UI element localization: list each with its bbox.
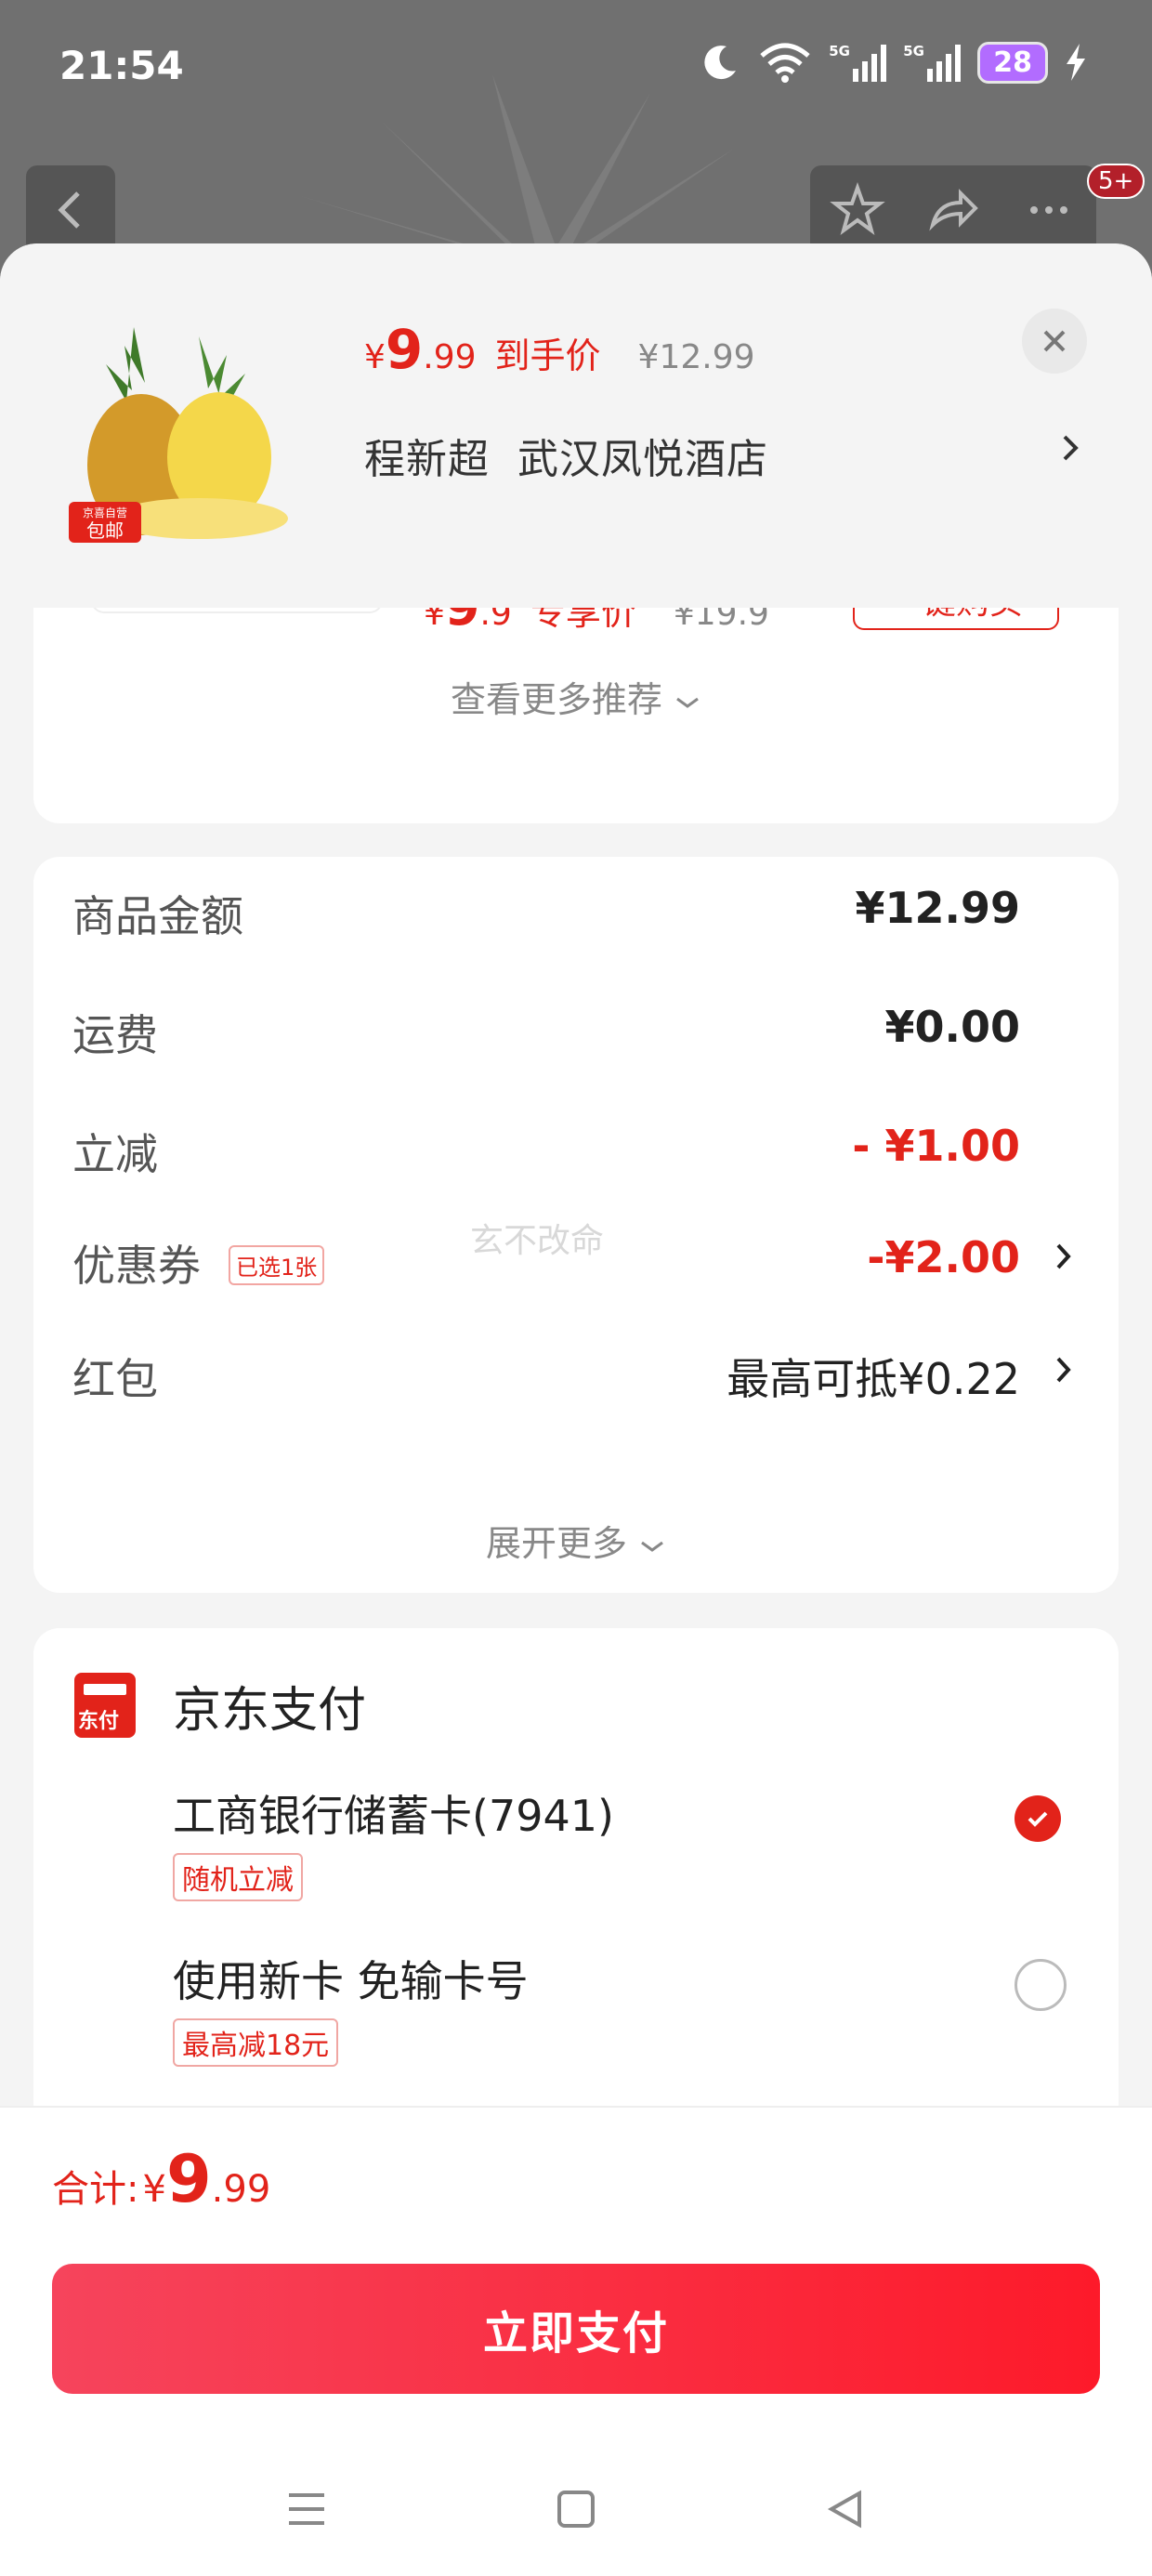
chevron-right-icon	[1056, 1243, 1071, 1269]
payment-option-tag: 最高减18元	[173, 2018, 339, 2067]
expand-more-link[interactable]: 展开更多	[33, 1515, 1119, 1566]
chevron-down-icon	[676, 697, 699, 708]
signal-icon-2: 5G	[903, 43, 962, 82]
more-recommend-link[interactable]: 查看更多推荐	[33, 671, 1119, 722]
chevron-left-icon	[58, 191, 80, 229]
home-icon[interactable]	[553, 2486, 599, 2532]
signal-icon-1: 5G	[829, 43, 887, 82]
product-price: ¥ 9 .99 到手价 ¥12.99	[364, 318, 755, 381]
system-nav-bar	[0, 2472, 1152, 2546]
svg-text:京喜自营: 京喜自营	[83, 506, 127, 519]
chevron-right-icon	[1056, 1357, 1071, 1383]
more-icon[interactable]	[1021, 182, 1077, 238]
red-packet-row[interactable]: 红包 最高可抵¥0.22	[72, 1346, 1076, 1420]
payment-option-icbc[interactable]: 工商银行储蓄卡(7941) 随机立减	[173, 1782, 614, 1901]
close-icon	[1043, 330, 1066, 352]
battery-level: 28	[977, 41, 1048, 84]
pay-now-button[interactable]: 立即支付	[52, 2264, 1100, 2394]
moon-icon	[704, 46, 737, 80]
delivery-address[interactable]: 程新超 武汉凤悦酒店	[364, 426, 768, 485]
chevron-down-icon	[641, 1541, 663, 1552]
status-icons: 5G 5G 28	[699, 41, 1087, 84]
product-image[interactable]: 京喜自营 包邮	[59, 309, 301, 543]
recipient-name: 程新超	[364, 436, 490, 483]
original-price: ¥12.99	[637, 338, 755, 376]
address-text: 武汉凤悦酒店	[517, 436, 768, 483]
radio-unselected[interactable]	[1015, 1959, 1067, 2011]
instant-discount-row: 立减 - ¥1.00	[72, 1121, 1020, 1179]
checkout-sheet: ¥ 9 .9 专享价 ¥19.9 一键购买 查看更多推荐 京喜自营 包邮 ¥ 9…	[0, 243, 1152, 2576]
close-button[interactable]	[1022, 309, 1087, 374]
check-icon	[1028, 1811, 1048, 1827]
amount-card: 商品金额 ¥12.99 运费 ¥0.00 立减 - ¥1.00 玄不改命 优惠券…	[33, 857, 1119, 1593]
total-amount: 合计: ¥ 9 .99	[52, 2141, 271, 2217]
charging-icon	[1067, 44, 1085, 81]
payment-option-tag: 随机立减	[173, 1853, 303, 1901]
total-bar: 合计: ¥ 9 .99	[0, 2106, 1152, 2254]
svg-text:包邮: 包邮	[86, 519, 124, 542]
back-button[interactable]	[26, 165, 115, 255]
coupon-row[interactable]: 优惠券 已选1张 -¥2.00	[72, 1232, 1076, 1307]
share-icon[interactable]	[925, 182, 981, 238]
coupon-selected-tag: 已选1张	[229, 1245, 325, 1285]
status-time: 21:54	[59, 43, 184, 88]
final-price-tag: 到手价	[494, 335, 601, 376]
jd-pay-icon: 东付	[74, 1673, 136, 1738]
shipping-row: 运费 ¥0.00	[72, 1002, 1020, 1060]
payment-card: 东付 京东支付 工商银行储蓄卡(7941) 随机立减 使用新卡 免输卡号 最高减…	[33, 1628, 1119, 2186]
message-badge: 5+	[1087, 164, 1145, 199]
back-triangle-icon[interactable]	[822, 2486, 869, 2532]
payment-title: 京东支付	[173, 1683, 367, 1739]
status-bar: 21:54 5G 5G 28	[0, 0, 1152, 139]
chevron-right-icon	[1063, 435, 1079, 461]
star-icon[interactable]	[830, 182, 886, 238]
product-header: 京喜自营 包邮 ¥ 9 .99 到手价 ¥12.99 程新超 武汉凤悦酒店	[0, 243, 1152, 608]
nav-actions	[810, 165, 1096, 255]
goods-amount-row: 商品金额 ¥12.99	[72, 883, 1020, 941]
wifi-icon	[760, 43, 810, 83]
menu-icon[interactable]	[283, 2486, 330, 2532]
radio-selected[interactable]	[1015, 1795, 1061, 1842]
pay-area: 立即支付	[0, 2253, 1152, 2576]
payment-option-new-card[interactable]: 使用新卡 免输卡号 最高减18元	[173, 1948, 529, 2067]
